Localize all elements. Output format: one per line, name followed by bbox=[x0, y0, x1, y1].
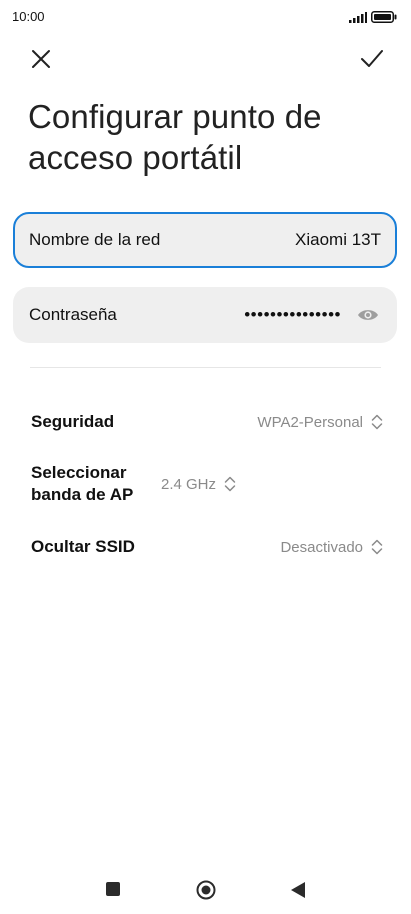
status-bar: 10:00 bbox=[0, 0, 411, 36]
top-action-bar bbox=[0, 40, 411, 80]
password-field[interactable]: Contraseña ••••••••••••••• bbox=[13, 287, 397, 343]
setting-label: Ocultar SSID bbox=[31, 537, 135, 556]
signal-icon bbox=[349, 11, 367, 23]
recents-icon[interactable] bbox=[106, 882, 120, 896]
status-time: 10:00 bbox=[12, 9, 45, 24]
network-name-label: Nombre de la red bbox=[29, 230, 161, 249]
check-icon bbox=[360, 49, 384, 74]
password-label: Contraseña bbox=[29, 305, 117, 324]
confirm-button[interactable] bbox=[357, 46, 387, 76]
page-title: Configurar punto de acceso portátil bbox=[28, 98, 322, 176]
network-name-field[interactable]: Nombre de la red Xiaomi 13T bbox=[13, 212, 397, 268]
setting-row-ap-band[interactable]: Seleccionar banda de AP 2.4 GHz bbox=[31, 462, 383, 506]
setting-row-security[interactable]: Seguridad WPA2-Personal bbox=[31, 411, 383, 433]
setting-value: 2.4 GHz bbox=[161, 475, 217, 493]
navigation-bar bbox=[0, 866, 411, 914]
setting-value: WPA2-Personal bbox=[257, 413, 363, 431]
back-icon[interactable] bbox=[290, 881, 306, 899]
password-value[interactable]: ••••••••••••••• bbox=[244, 305, 341, 325]
network-name-value[interactable]: Xiaomi 13T bbox=[295, 230, 381, 250]
setting-row-hide-ssid[interactable]: Ocultar SSID Desactivado bbox=[31, 536, 383, 558]
eye-icon[interactable] bbox=[355, 302, 381, 328]
setting-label: Seguridad bbox=[31, 412, 115, 431]
close-button[interactable] bbox=[26, 46, 56, 76]
battery-icon bbox=[371, 11, 397, 23]
setting-label: Seleccionar banda de AP bbox=[31, 463, 134, 504]
home-icon[interactable] bbox=[196, 880, 216, 900]
divider bbox=[30, 367, 381, 368]
chevron-updown-icon bbox=[224, 475, 236, 493]
chevron-updown-icon bbox=[371, 538, 383, 556]
close-icon bbox=[31, 49, 51, 74]
status-icons bbox=[349, 11, 397, 23]
chevron-updown-icon bbox=[371, 413, 383, 431]
setting-value: Desactivado bbox=[280, 538, 363, 556]
